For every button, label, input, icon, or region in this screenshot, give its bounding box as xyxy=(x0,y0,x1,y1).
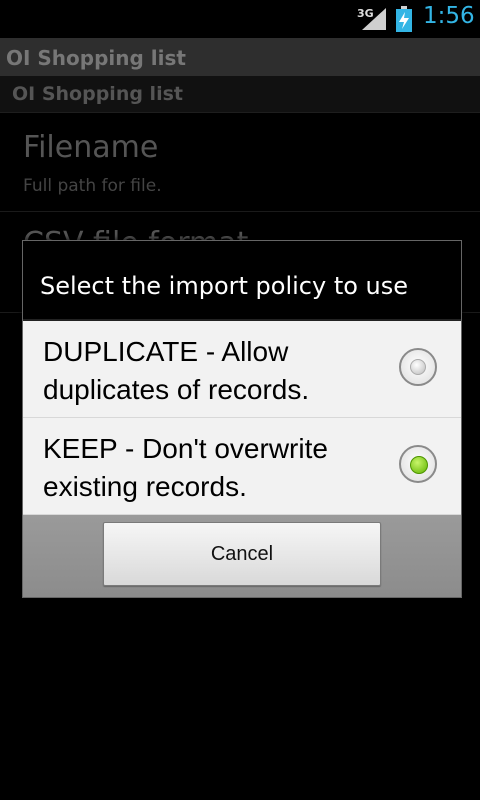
battery-charging-icon xyxy=(396,6,412,32)
option-label: KEEP - Don't overwrite existing records. xyxy=(43,433,328,502)
signal-icon xyxy=(362,8,386,30)
option-duplicate[interactable]: DUPLICATE - Allow duplicates of records. xyxy=(23,321,461,418)
clock: 1:56 xyxy=(423,3,475,29)
screen-title: OI Shopping list xyxy=(12,83,183,105)
cancel-button[interactable]: Cancel xyxy=(103,522,381,586)
app-title: OI Shopping list xyxy=(6,46,186,70)
app-title-bar: OI Shopping list xyxy=(0,38,480,76)
radio-checked-icon xyxy=(410,456,428,474)
option-keep[interactable]: KEEP - Don't overwrite existing records. xyxy=(23,418,461,515)
radio-keep[interactable] xyxy=(399,445,437,483)
screen-header: OI Shopping list xyxy=(0,76,480,113)
dialog-header: Select the import policy to use xyxy=(23,241,461,321)
option-label: DUPLICATE - Allow duplicates of records. xyxy=(43,336,310,405)
status-bar: 3G 1:56 xyxy=(0,0,480,38)
radio-unchecked-icon xyxy=(410,359,426,375)
pref-filename[interactable]: Filename Full path for file. xyxy=(0,113,480,212)
dialog-button-bar: Cancel xyxy=(23,515,461,597)
pref-summary: Full path for file. xyxy=(23,176,162,196)
radio-duplicate[interactable] xyxy=(399,348,437,386)
dialog-title: Select the import policy to use xyxy=(40,272,409,300)
import-policy-dialog: Select the import policy to use DUPLICAT… xyxy=(22,240,462,598)
pref-title: Filename xyxy=(23,130,159,165)
